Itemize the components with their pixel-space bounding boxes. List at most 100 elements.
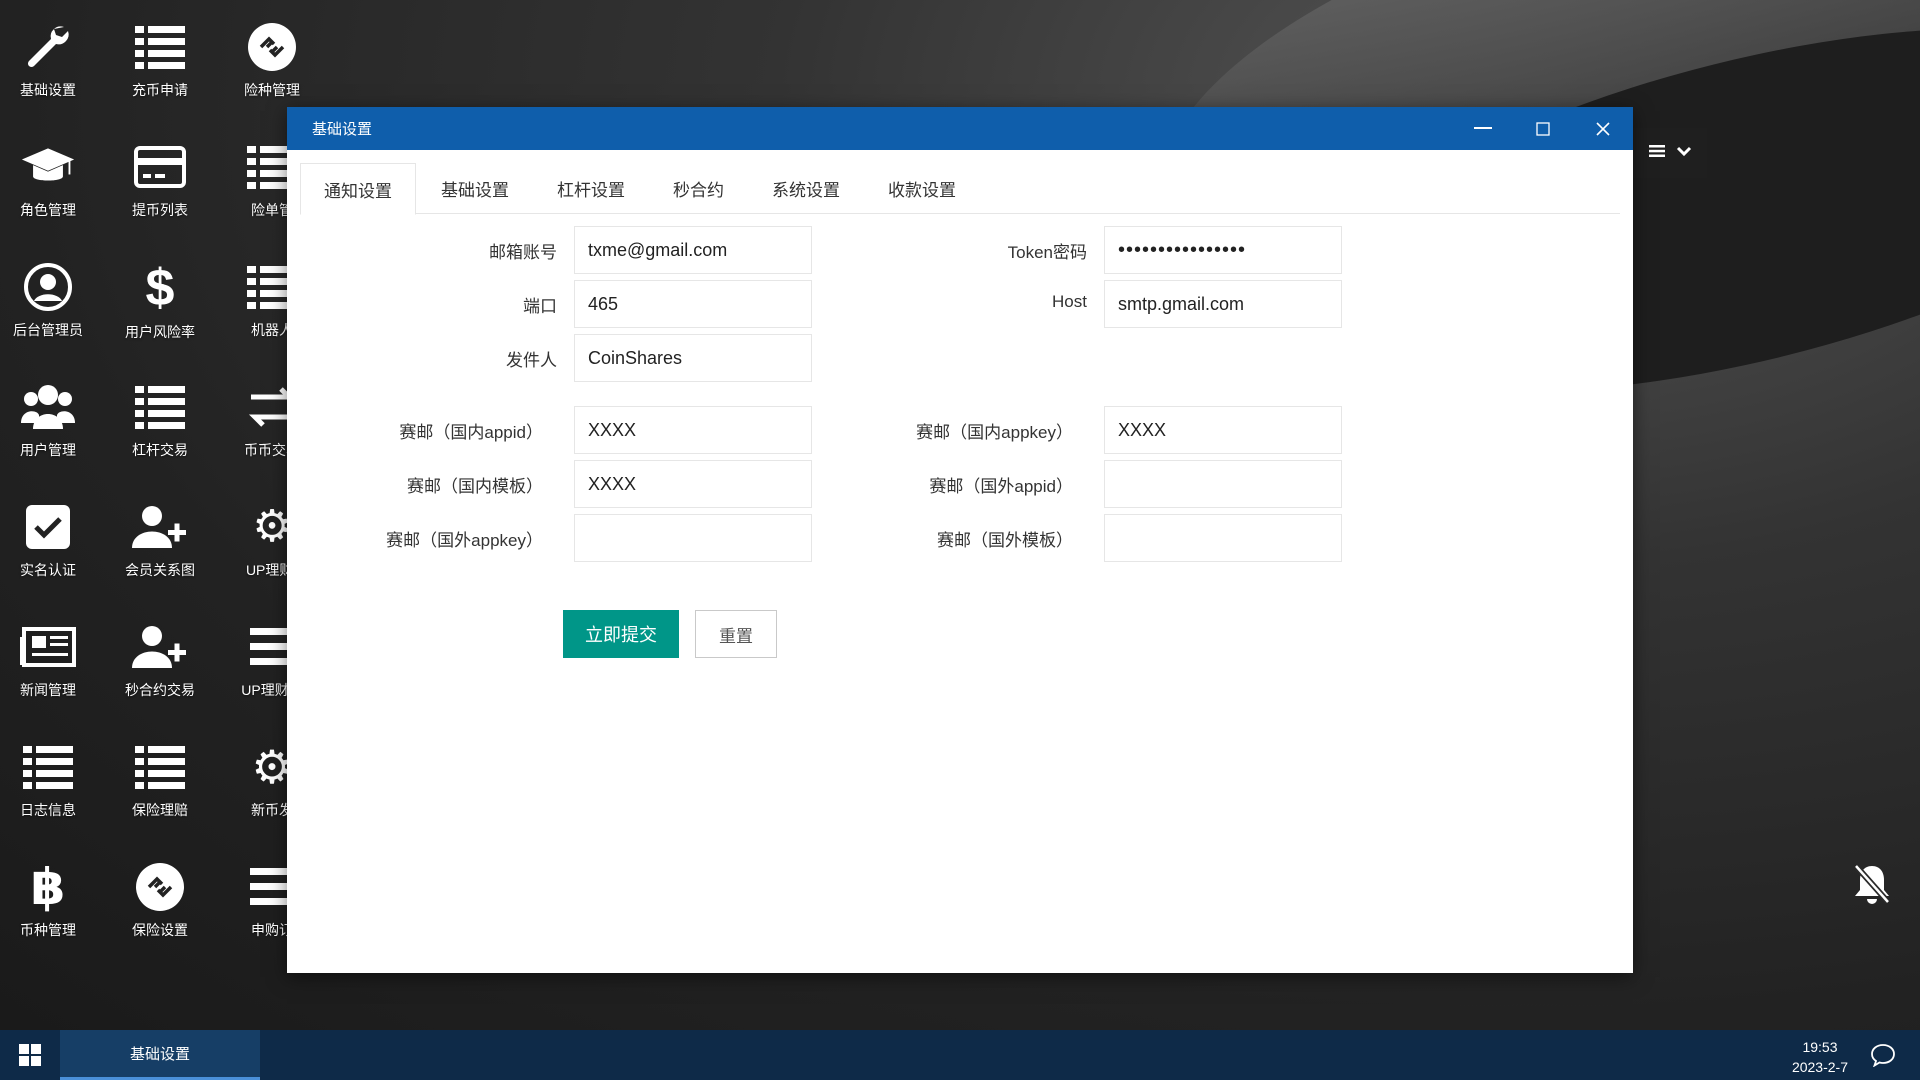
intl-appid-field[interactable] — [1104, 460, 1342, 508]
token-password-field[interactable] — [1104, 226, 1342, 274]
desktop-icon-label: 会员关系图 — [125, 562, 195, 578]
desktop-icon-leverage[interactable]: 杠杆交易 — [104, 360, 216, 460]
cn-template-field[interactable] — [574, 460, 812, 508]
token-label: Token密码 — [1007, 243, 1087, 262]
port-label: 端口 — [523, 297, 557, 316]
graduation-cap-icon — [20, 142, 76, 192]
list-icon — [132, 382, 188, 432]
users-icon — [20, 382, 76, 432]
minimize-icon — [1474, 126, 1492, 129]
desktop-icon-member-graph[interactable]: 会员关系图 — [104, 480, 216, 580]
desktop-icon-label: 日志信息 — [20, 802, 76, 818]
email-field[interactable] — [574, 226, 812, 274]
cn-appid-label: 赛邮（国内appid） — [399, 423, 543, 442]
list-icon — [132, 22, 188, 72]
maximize-icon — [1536, 121, 1550, 136]
intl-appkey-field[interactable] — [574, 514, 812, 562]
settings-window: 基础设置 通知设置 基础设置 杠杆设置 秒合约 系统设置 收款设置 邮箱账号 端… — [287, 107, 1633, 973]
desktop-icon-news[interactable]: 新闻管理 — [0, 600, 104, 700]
minimize-button[interactable] — [1453, 107, 1513, 150]
desktop-icon-deposit[interactable]: 充币申请 — [104, 0, 216, 100]
desktop-icon-label: 险种管理 — [244, 82, 300, 98]
cn-template-label: 赛邮（国内模板） — [407, 477, 543, 496]
tab-leverage-settings[interactable]: 杠杆设置 — [534, 163, 648, 214]
message-icon[interactable] — [1870, 1043, 1896, 1068]
tab-payment-settings[interactable]: 收款设置 — [865, 163, 979, 214]
sender-label: 发件人 — [506, 351, 557, 370]
desktop-icon-verification[interactable]: 实名认证 — [0, 480, 104, 580]
chevron-down-icon — [1676, 144, 1692, 162]
tab-system-settings[interactable]: 系统设置 — [749, 163, 863, 214]
taskbar-item-basic-settings[interactable]: 基础设置 — [60, 1030, 260, 1080]
desktop-icon-withdraw[interactable]: 提币列表 — [104, 120, 216, 220]
exchange-icon — [244, 22, 300, 72]
desktop-icon-label: 秒合约交易 — [125, 682, 195, 698]
start-button[interactable] — [0, 1030, 60, 1080]
port-field[interactable] — [574, 280, 812, 328]
intl-template-field[interactable] — [1104, 514, 1342, 562]
notification-bell-off-icon[interactable] — [1852, 862, 1892, 906]
intl-appkey-label: 赛邮（国外appkey） — [386, 531, 543, 550]
desktop-icon-role-management[interactable]: 角色管理 — [0, 120, 104, 220]
bitcoin-icon: ฿ — [30, 858, 66, 916]
host-label: Host — [1052, 292, 1087, 311]
credit-card-icon — [132, 142, 188, 192]
window-titlebar[interactable]: 基础设置 — [287, 107, 1633, 150]
desktop-icon-currency[interactable]: ฿ 币种管理 — [0, 840, 104, 940]
list-icon — [20, 742, 76, 792]
desktop-icon-insurance-settings[interactable]: 保险设置 — [104, 840, 216, 940]
intl-appid-label: 赛邮（国外appid） — [929, 477, 1073, 496]
user-plus-icon — [132, 502, 188, 552]
submit-button[interactable]: 立即提交 — [563, 610, 679, 658]
desktop-icon-basic-settings[interactable]: 基础设置 — [0, 0, 104, 100]
desktop-icon-insurance-types[interactable]: 险种管理 — [216, 0, 328, 100]
cn-appkey-field[interactable] — [1104, 406, 1342, 454]
settings-tabs: 通知设置 基础设置 杠杆设置 秒合约 系统设置 收款设置 — [300, 163, 1620, 215]
system-clock[interactable]: 19:53 2023-2-7 — [1792, 1037, 1848, 1077]
desktop-icon-label: 实名认证 — [20, 562, 76, 578]
reset-button[interactable]: 重置 — [695, 610, 777, 658]
desktop-icon-label: 后台管理员 — [13, 322, 83, 338]
desktop-icon-label: 充币申请 — [132, 82, 188, 98]
desktop-icon-label: 角色管理 — [20, 202, 76, 218]
cn-appkey-label: 赛邮（国内appkey） — [916, 423, 1073, 442]
maximize-button[interactable] — [1513, 107, 1573, 150]
tab-second-contract[interactable]: 秒合约 — [650, 163, 747, 214]
clock-date: 2023-2-7 — [1791, 1059, 1848, 1075]
host-field[interactable] — [1104, 280, 1342, 328]
desktop-icon-claims[interactable]: 保险理赔 — [104, 720, 216, 820]
windows-logo-icon — [19, 1044, 41, 1066]
desktop-icon-logs[interactable]: 日志信息 — [0, 720, 104, 820]
close-button[interactable] — [1573, 107, 1633, 150]
sender-field[interactable] — [574, 334, 812, 382]
top-menu-dropdown[interactable] — [1633, 128, 1707, 178]
desktop-icon-label: 保险设置 — [132, 922, 188, 938]
close-icon — [1596, 121, 1610, 136]
exchange-icon — [132, 862, 188, 912]
desktop-icon-label: 用户管理 — [20, 442, 76, 458]
check-square-icon — [20, 502, 76, 552]
tab-basic-settings[interactable]: 基础设置 — [418, 163, 532, 214]
dollar-icon: $ — [145, 259, 175, 317]
window-title: 基础设置 — [312, 121, 373, 138]
list-icon — [132, 742, 188, 792]
user-circle-icon — [20, 262, 76, 312]
clock-time: 19:53 — [1802, 1039, 1838, 1055]
desktop-icon-admin[interactable]: 后台管理员 — [0, 240, 104, 340]
newspaper-icon — [20, 622, 76, 672]
tab-notification-settings[interactable]: 通知设置 — [300, 163, 416, 215]
cn-appid-field[interactable] — [574, 406, 812, 454]
desktop-icon-label: 提币列表 — [132, 202, 188, 218]
hamburger-icon — [1648, 144, 1665, 163]
desktop-icon-user-management[interactable]: 用户管理 — [0, 360, 104, 460]
desktop-icon-risk-rate[interactable]: $ 用户风险率 — [104, 240, 216, 340]
taskbar: 基础设置 19:53 2023-2-7 — [0, 1030, 1920, 1080]
desktop-icon-second-contract[interactable]: 秒合约交易 — [104, 600, 216, 700]
user-plus-icon — [132, 622, 188, 672]
desktop-icon-label: 新闻管理 — [20, 682, 76, 698]
desktop-icon-label: 币种管理 — [20, 922, 76, 938]
intl-template-label: 赛邮（国外模板） — [937, 531, 1073, 550]
desktop-icon-label: 用户风险率 — [125, 324, 195, 340]
email-label: 邮箱账号 — [489, 243, 557, 262]
desktop-icon-label: 杠杆交易 — [132, 442, 188, 458]
